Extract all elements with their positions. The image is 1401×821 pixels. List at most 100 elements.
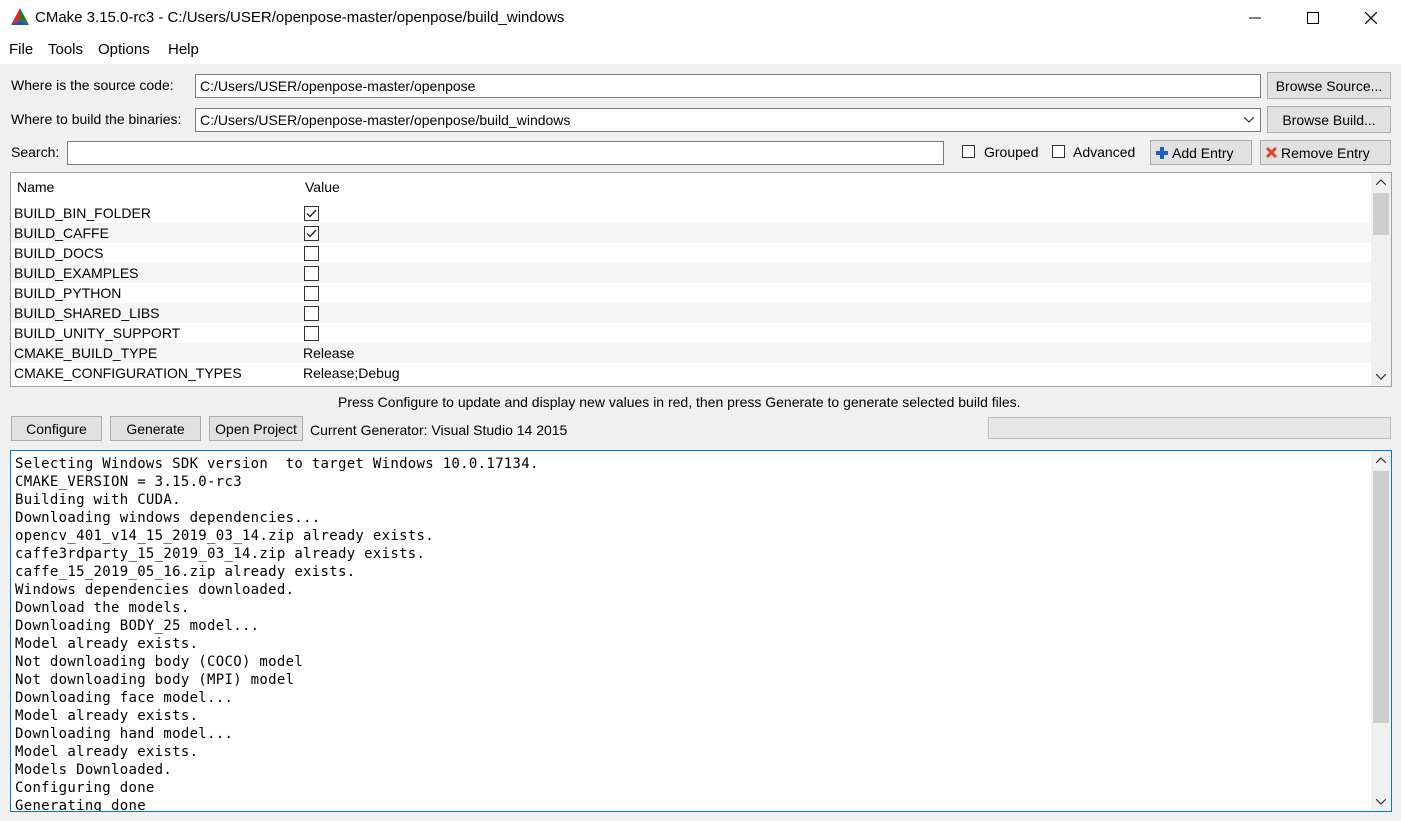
table-row[interactable]: BUILD_SHARED_LIBS xyxy=(11,303,1371,323)
log-line: Generating done xyxy=(15,798,146,812)
menu-bar xyxy=(0,36,1401,64)
cache-entry-name: BUILD_DOCS xyxy=(14,245,104,261)
log-line: caffe_15_2019_05_16.zip already exists. xyxy=(15,564,356,580)
open-project-button[interactable]: Open Project xyxy=(209,416,303,441)
source-path-input[interactable]: C:/Users/USER/openpose-master/openpose xyxy=(195,74,1261,98)
log-line: Model already exists. xyxy=(15,708,199,724)
search-label: Search: xyxy=(11,144,60,160)
table-row[interactable]: BUILD_DOCS xyxy=(11,243,1371,263)
maximize-icon xyxy=(1307,12,1319,24)
add-entry-button[interactable]: Add Entry xyxy=(1150,140,1252,165)
dropdown-arrow-icon[interactable] xyxy=(1244,117,1254,123)
build-path-value: C:/Users/USER/openpose-master/openpose/b… xyxy=(200,112,571,128)
checkmark-icon xyxy=(306,209,317,218)
log-scrollbar[interactable] xyxy=(1371,451,1391,811)
cache-entry-checkbox[interactable] xyxy=(304,226,319,241)
cmake-logo-icon xyxy=(11,8,29,25)
menu-options[interactable]: Options xyxy=(98,41,150,58)
log-line: opencv_401_v14_15_2019_03_14.zip already… xyxy=(15,528,434,544)
cache-entry-checkbox[interactable] xyxy=(304,326,319,341)
cache-table: Name Value BUILD_BIN_FOLDER BUILD_CAFFE BU… xyxy=(10,172,1392,387)
cache-entry-name: CMAKE_CONFIGURATION_TYPES xyxy=(14,365,242,381)
cache-entry-name: BUILD_PYTHON xyxy=(14,285,122,301)
source-label: Where is the source code: xyxy=(11,77,174,93)
cache-entry-name: BUILD_SHARED_LIBS xyxy=(14,305,160,321)
menu-tools[interactable]: Tools xyxy=(48,41,83,58)
scroll-down-icon[interactable] xyxy=(1371,793,1391,811)
log-line: caffe3rdparty_15_2019_03_14.zip already … xyxy=(15,546,426,562)
x-icon xyxy=(1265,146,1278,159)
log-line: Building with CUDA. xyxy=(15,492,181,508)
add-entry-label: Add Entry xyxy=(1172,144,1234,161)
log-line: Downloading windows dependencies... xyxy=(15,510,321,526)
log-line: Windows dependencies downloaded. xyxy=(15,582,295,598)
log-line: Downloading face model... xyxy=(15,690,234,706)
scroll-up-icon[interactable] xyxy=(1371,451,1391,469)
cache-entry-checkbox[interactable] xyxy=(304,246,319,261)
cache-entry-value[interactable]: Release xyxy=(303,345,354,361)
table-scrollbar[interactable] xyxy=(1371,173,1391,386)
remove-entry-button[interactable]: Remove Entry xyxy=(1260,140,1391,165)
cache-entry-name: BUILD_BIN_FOLDER xyxy=(14,205,151,221)
generate-button[interactable]: Generate xyxy=(110,416,201,441)
grouped-checkbox[interactable] xyxy=(962,145,975,158)
log-line: Downloading BODY_25 model... xyxy=(15,618,260,634)
table-row[interactable]: BUILD_EXAMPLES xyxy=(11,263,1371,283)
log-line: Selecting Windows SDK version to target … xyxy=(15,456,539,472)
search-input[interactable] xyxy=(67,141,944,165)
minimize-icon xyxy=(1249,17,1261,19)
table-row[interactable]: BUILD_CAFFE xyxy=(11,223,1371,243)
remove-entry-label: Remove Entry xyxy=(1281,144,1370,161)
log-line: Model already exists. xyxy=(15,636,199,652)
checkmark-icon xyxy=(306,229,317,238)
scroll-up-icon[interactable] xyxy=(1371,173,1391,191)
advanced-checkbox[interactable] xyxy=(1052,145,1065,158)
menu-file[interactable]: File xyxy=(9,41,33,58)
output-log[interactable]: Selecting Windows SDK version to target … xyxy=(10,450,1392,812)
table-scroll-thumb[interactable] xyxy=(1373,193,1389,235)
current-generator-text: Current Generator: Visual Studio 14 2015 xyxy=(310,422,568,438)
table-row[interactable]: BUILD_PYTHON xyxy=(11,283,1371,303)
cache-entry-checkbox[interactable] xyxy=(304,206,319,221)
cache-entry-name: BUILD_EXAMPLES xyxy=(14,265,139,281)
close-button[interactable] xyxy=(1342,0,1400,36)
log-line: Not downloading body (MPI) model xyxy=(15,672,295,688)
cache-entry-checkbox[interactable] xyxy=(304,266,319,281)
log-line: Downloading hand model... xyxy=(15,726,234,742)
cache-entry-checkbox[interactable] xyxy=(304,306,319,321)
maximize-button[interactable] xyxy=(1284,0,1342,36)
log-line: CMAKE_VERSION = 3.15.0-rc3 xyxy=(15,474,242,490)
cache-entry-value[interactable]: Release;Debug xyxy=(303,365,400,381)
cache-entry-name: BUILD_CAFFE xyxy=(14,225,109,241)
log-line: Configuring done xyxy=(15,780,155,796)
log-line: Download the models. xyxy=(15,600,190,616)
cache-entry-name: BUILD_UNITY_SUPPORT xyxy=(14,325,181,341)
table-row[interactable]: BUILD_BIN_FOLDER xyxy=(11,203,1371,223)
browse-build-button[interactable]: Browse Build... xyxy=(1267,106,1391,133)
log-line: Not downloading body (COCO) model xyxy=(15,654,304,670)
log-line: Models Downloaded. xyxy=(15,762,173,778)
table-row[interactable]: BUILD_UNITY_SUPPORT xyxy=(11,323,1371,343)
column-header-name[interactable]: Name xyxy=(17,179,54,195)
build-path-combobox[interactable]: C:/Users/USER/openpose-master/openpose/b… xyxy=(195,108,1261,132)
hint-text: Press Configure to update and display ne… xyxy=(338,394,1021,410)
table-row[interactable]: CMAKE_CONFIGURATION_TYPES Release;Debug xyxy=(11,363,1371,383)
log-scroll-thumb[interactable] xyxy=(1373,471,1389,723)
advanced-label: Advanced xyxy=(1073,144,1136,160)
build-label: Where to build the binaries: xyxy=(11,111,182,127)
browse-source-button[interactable]: Browse Source... xyxy=(1267,72,1391,99)
menu-help[interactable]: Help xyxy=(168,41,199,58)
progress-bar xyxy=(988,417,1391,439)
minimize-button[interactable] xyxy=(1226,0,1284,36)
cache-entry-name: CMAKE_BUILD_TYPE xyxy=(14,345,158,361)
column-header-value[interactable]: Value xyxy=(305,179,340,195)
scroll-down-icon[interactable] xyxy=(1371,368,1391,386)
table-row[interactable]: CMAKE_BUILD_TYPE Release xyxy=(11,343,1371,363)
cache-entry-checkbox[interactable] xyxy=(304,286,319,301)
plus-icon xyxy=(1156,146,1168,159)
log-line: Model already exists. xyxy=(15,744,199,760)
close-icon xyxy=(1365,12,1377,24)
configure-button[interactable]: Configure xyxy=(11,416,102,441)
window-title: CMake 3.15.0-rc3 - C:/Users/USER/openpos… xyxy=(35,9,565,26)
grouped-label: Grouped xyxy=(984,144,1039,160)
